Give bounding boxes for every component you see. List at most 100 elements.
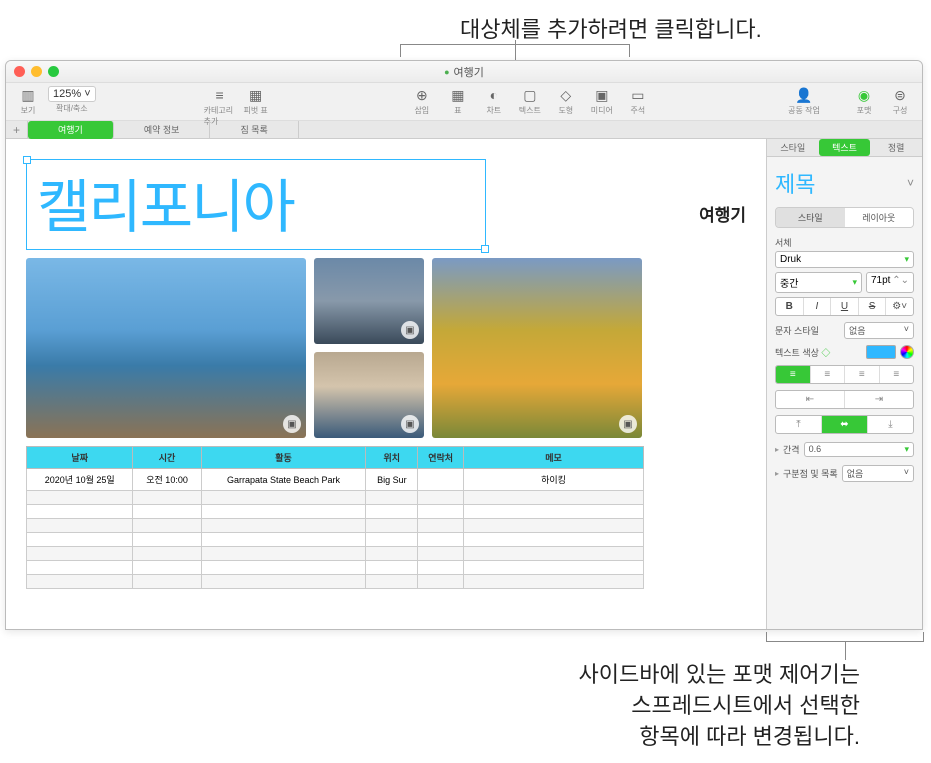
text-style-buttons: B I U S ⚙︎˅ bbox=[775, 297, 914, 316]
table-row[interactable] bbox=[27, 575, 644, 589]
font-family-select[interactable]: Druk▾ bbox=[775, 251, 914, 268]
valign-bottom-button[interactable]: ⤓ bbox=[868, 416, 913, 433]
subtab-layout[interactable]: 레이아웃 bbox=[845, 208, 914, 227]
sheet-tab-2[interactable]: 예약 정보 bbox=[114, 121, 211, 139]
photo-grid: ▣ ▣ ▣ ▣ bbox=[26, 258, 746, 438]
chevron-down-icon: ˅ bbox=[907, 176, 914, 190]
data-table[interactable]: 날짜 시간 활동 위치 연락처 메모 2020년 10월 25일 오전 10:0… bbox=[26, 446, 644, 589]
outdent-button[interactable]: ⇤ bbox=[776, 391, 845, 408]
image-icon[interactable]: ▣ bbox=[401, 321, 419, 339]
table-row[interactable] bbox=[27, 519, 644, 533]
table-row[interactable] bbox=[27, 561, 644, 575]
th-activity[interactable]: 활동 bbox=[201, 447, 366, 469]
table-row[interactable] bbox=[27, 491, 644, 505]
insert-button[interactable]: ⊕ 삽입 bbox=[406, 86, 438, 116]
add-sheet-button[interactable]: + bbox=[6, 121, 28, 139]
cell[interactable]: 2020년 10월 25일 bbox=[27, 469, 133, 491]
window-controls bbox=[14, 66, 59, 77]
format-button[interactable]: ◉ 포맷 bbox=[848, 86, 880, 116]
subtitle[interactable]: 여행기 bbox=[699, 201, 746, 226]
canvas-area: 캘리포니아 여행기 ▣ ▣ ▣ ▣ bbox=[6, 139, 922, 629]
inspector-tabs: 스타일 텍스트 정렬 bbox=[767, 139, 922, 157]
cell[interactable]: Big Sur bbox=[366, 469, 418, 491]
th-location[interactable]: 위치 bbox=[366, 447, 418, 469]
align-right-button[interactable]: ≡ bbox=[845, 366, 880, 383]
cell[interactable] bbox=[418, 469, 464, 491]
pivot-button[interactable]: ▦ 피벗 표 bbox=[240, 86, 272, 116]
page-title: 캘리포니아 bbox=[37, 160, 475, 244]
shape-button[interactable]: ◇ 도형 bbox=[550, 86, 582, 116]
italic-button[interactable]: I bbox=[804, 298, 832, 315]
text-subtabs: 스타일 레이아웃 bbox=[775, 207, 914, 228]
zoom-select[interactable]: 125% ˅ bbox=[48, 86, 96, 102]
fullscreen-icon[interactable] bbox=[48, 66, 59, 77]
table-row[interactable] bbox=[27, 533, 644, 547]
gear-icon[interactable]: ⚙︎˅ bbox=[886, 298, 913, 315]
app-window: 여행기 ▥ 보기 125% ˅ 확대/축소 ≡ 카테고리 추가 ▦ 피벗 표 ⊕… bbox=[5, 60, 923, 630]
table-row[interactable] bbox=[27, 547, 644, 561]
spacing-row[interactable]: ▸ 간격 0.6▾ bbox=[775, 442, 914, 457]
text-button[interactable]: ▢ 텍스트 bbox=[514, 86, 546, 116]
toolbar: ▥ 보기 125% ˅ 확대/축소 ≡ 카테고리 추가 ▦ 피벗 표 ⊕ 삽입 … bbox=[6, 83, 922, 121]
valign-middle-button[interactable]: ⬌ bbox=[822, 416, 868, 433]
text-color-swatch[interactable] bbox=[866, 345, 896, 359]
callout-bottom-text: 사이드바에 있는 포맷 제어기는 스프레드시트에서 선택한 항목에 따라 변경됩… bbox=[440, 660, 860, 752]
tab-arrange[interactable]: 정렬 bbox=[870, 139, 922, 156]
align-left-button[interactable]: ≡ bbox=[776, 366, 811, 383]
photo-lighthouse[interactable]: ▣ bbox=[314, 258, 424, 344]
font-weight-select[interactable]: 중간▾ bbox=[775, 272, 862, 293]
bullets-select[interactable]: 없음˅ bbox=[842, 465, 914, 482]
cell[interactable]: Garrapata State Beach Park bbox=[201, 469, 366, 491]
collab-button[interactable]: 👤 공동 작업 bbox=[788, 86, 820, 116]
sheet-tab-3[interactable]: 짐 목록 bbox=[210, 121, 298, 139]
tab-text[interactable]: 텍스트 bbox=[819, 139, 871, 156]
photo-coast[interactable]: ▣ bbox=[26, 258, 306, 438]
view-button[interactable]: ▥ 보기 bbox=[12, 86, 44, 116]
disclosure-triangle-icon: ▸ bbox=[775, 445, 779, 454]
photo-seal[interactable]: ▣ bbox=[314, 352, 424, 438]
tab-style[interactable]: 스타일 bbox=[767, 139, 819, 156]
valign-top-button[interactable]: ⤒ bbox=[776, 416, 822, 433]
minimize-icon[interactable] bbox=[31, 66, 42, 77]
color-wheel-icon[interactable] bbox=[900, 345, 914, 359]
th-date[interactable]: 날짜 bbox=[27, 447, 133, 469]
paragraph-style[interactable]: 제목 ˅ bbox=[775, 163, 914, 203]
comment-button[interactable]: ▭ 주석 bbox=[622, 86, 654, 116]
table-row[interactable]: 2020년 10월 25일 오전 10:00 Garrapata State B… bbox=[27, 469, 644, 491]
th-contact[interactable]: 연락처 bbox=[418, 447, 464, 469]
underline-button[interactable]: U bbox=[831, 298, 859, 315]
organize-button[interactable]: ⊜ 구성 bbox=[884, 86, 916, 116]
table-row[interactable] bbox=[27, 505, 644, 519]
th-memo[interactable]: 메모 bbox=[464, 447, 644, 469]
bullets-row[interactable]: ▸ 구분점 및 목록 없음˅ bbox=[775, 465, 914, 482]
spacing-select[interactable]: 0.6▾ bbox=[804, 442, 914, 457]
sheet-tab-1[interactable]: 여행기 bbox=[28, 121, 114, 139]
callout-line-bottom bbox=[845, 642, 846, 660]
th-time[interactable]: 시간 bbox=[133, 447, 201, 469]
text-color-label: 텍스트 색상 ◇ bbox=[775, 346, 830, 359]
cell[interactable]: 오전 10:00 bbox=[133, 469, 201, 491]
strike-button[interactable]: S bbox=[859, 298, 887, 315]
chart-button[interactable]: ◐ 차트 bbox=[478, 86, 510, 116]
media-button[interactable]: ▣ 미디어 bbox=[586, 86, 618, 116]
sheet-tabs: + 여행기 예약 정보 짐 목록 bbox=[6, 121, 922, 139]
cell[interactable]: 하이킹 bbox=[464, 469, 644, 491]
bold-button[interactable]: B bbox=[776, 298, 804, 315]
char-style-label: 문자 스타일 bbox=[775, 324, 819, 337]
table-button[interactable]: ▦ 표 bbox=[442, 86, 474, 116]
align-justify-button[interactable]: ≡ bbox=[880, 366, 914, 383]
close-icon[interactable] bbox=[14, 66, 25, 77]
title-text-box[interactable]: 캘리포니아 bbox=[26, 159, 486, 250]
subtab-style[interactable]: 스타일 bbox=[776, 208, 845, 227]
image-icon[interactable]: ▣ bbox=[619, 415, 637, 433]
indent-button[interactable]: ⇥ bbox=[845, 391, 913, 408]
image-icon[interactable]: ▣ bbox=[401, 415, 419, 433]
callout-top-text: 대상체를 추가하려면 클릭합니다. bbox=[460, 12, 762, 44]
font-size-stepper[interactable]: 71pt⌃⌄ bbox=[866, 272, 914, 293]
text-align-bar: ≡ ≡ ≡ ≡ bbox=[775, 365, 914, 384]
char-style-select[interactable]: 없음˅ bbox=[844, 322, 914, 339]
align-center-button[interactable]: ≡ bbox=[811, 366, 846, 383]
image-icon[interactable]: ▣ bbox=[283, 415, 301, 433]
sheet-canvas[interactable]: 캘리포니아 여행기 ▣ ▣ ▣ ▣ bbox=[6, 139, 766, 629]
photo-flowers[interactable]: ▣ bbox=[432, 258, 642, 438]
